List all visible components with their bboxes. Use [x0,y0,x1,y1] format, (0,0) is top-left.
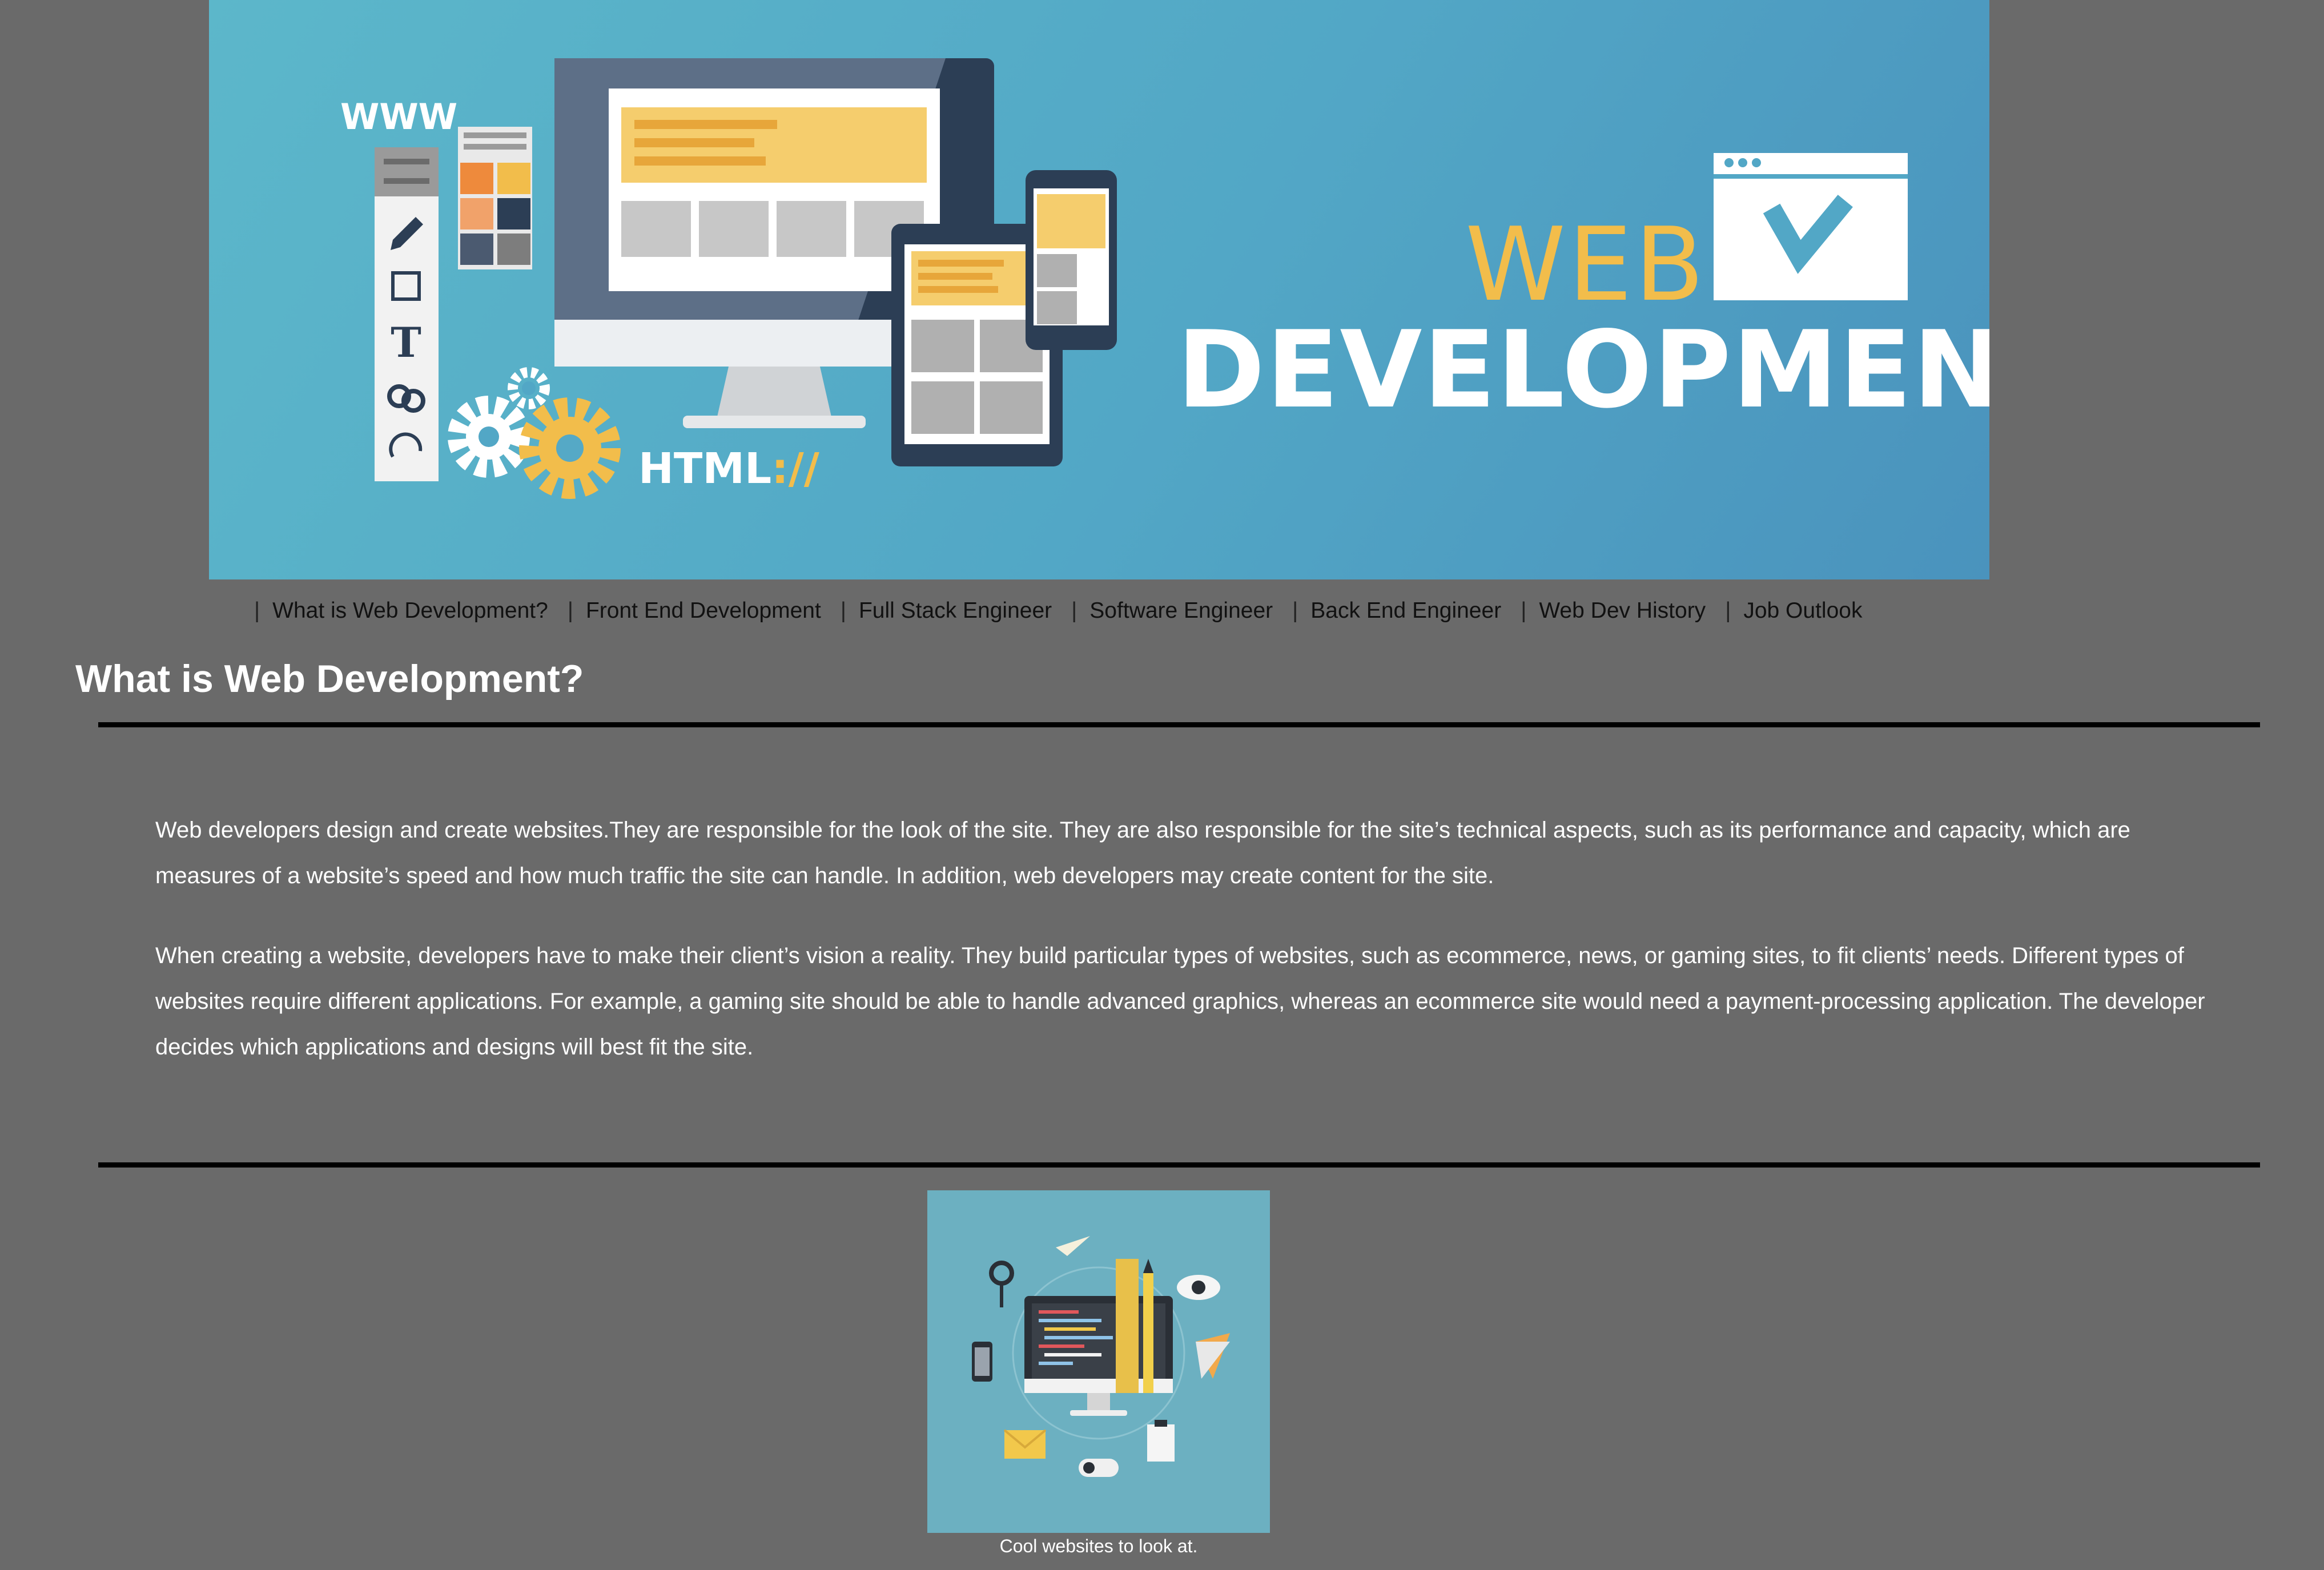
divider [98,1162,2260,1168]
nav-link-software-engineer[interactable]: Software Engineer [1089,598,1273,623]
banner-web-text: WEB [1465,206,1707,324]
figure-caption: Cool websites to look at. [999,1536,1198,1556]
www-label: WWW [340,96,458,138]
toolbar-illustration [375,147,439,481]
ruler-illustration [1116,1259,1139,1393]
nav-link-full-stack-engineer[interactable]: Full Stack Engineer [859,598,1052,623]
html-label: HTML:// [638,444,819,493]
paper-plane-icon [1056,1236,1090,1256]
paragraph: Web developers design and create website… [155,818,2130,888]
nav-separator: | [1521,598,1527,623]
main-nav: | What is Web Development? | Front End D… [254,594,1881,628]
nav-link-what-is-web-development[interactable]: What is Web Development? [272,598,548,623]
nav-separator: | [1071,598,1077,623]
text-tool-icon: T [391,318,421,367]
magnifier-icon [989,1261,1014,1286]
web-development-illustration: T [375,58,1908,499]
nav-separator: | [254,598,260,623]
banner-development-text: DEVELOPMENT [1177,308,1989,432]
nav-separator: | [840,598,846,623]
pencil-illustration [1143,1273,1153,1393]
nav-link-web-dev-history[interactable]: Web Dev History [1539,598,1706,623]
web-tools-image [927,1190,1270,1533]
clipboard-icon [1147,1424,1175,1462]
nav-link-front-end-development[interactable]: Front End Development [586,598,821,623]
hero-banner: T WWW HTML:// WEB DEVELOPMENT [209,0,1989,579]
paragraph: When creating a website, developers have… [155,943,2205,1060]
divider [98,722,2260,727]
nav-separator: | [1292,598,1298,623]
nav-separator: | [567,598,573,623]
section-title: What is Web Development? [75,657,584,701]
workspace-illustration [972,1236,1230,1477]
nav-link-job-outlook[interactable]: Job Outlook [1743,598,1862,623]
nav-link-back-end-engineer[interactable]: Back End Engineer [1310,598,1501,623]
nav-separator: | [1725,598,1731,623]
